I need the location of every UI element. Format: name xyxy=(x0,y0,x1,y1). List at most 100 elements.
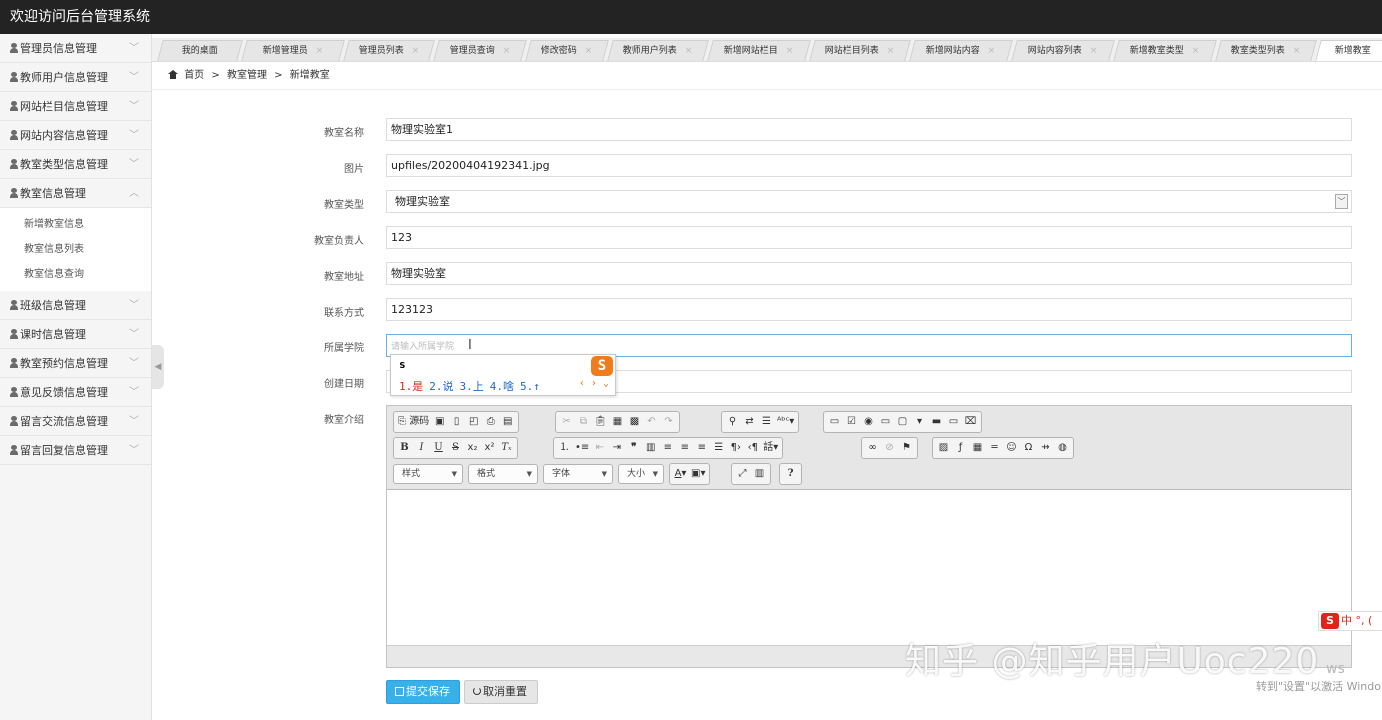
hidden-field-icon[interactable]: ⌧ xyxy=(962,413,979,431)
tab[interactable]: 教师用户列表 × xyxy=(607,40,709,61)
align-left-icon[interactable]: ≡ xyxy=(659,439,676,457)
breadcrumb-home[interactable]: 首页 xyxy=(184,70,204,81)
sidebar-item[interactable]: 课时信息管理 ﹀ xyxy=(0,320,151,349)
classroom-type-select[interactable]: 物理实验室 ﹀ xyxy=(386,190,1352,213)
special-char-icon[interactable]: Ω xyxy=(1020,439,1037,457)
close-icon[interactable]: × xyxy=(585,46,593,56)
sidebar-item[interactable]: 班级信息管理 ﹀ xyxy=(0,291,151,320)
remove-format-icon[interactable]: Tₓ xyxy=(498,439,515,457)
tab[interactable]: 我的桌面 xyxy=(157,40,243,61)
close-icon[interactable]: × xyxy=(887,46,895,56)
ime-candidate[interactable]: 3.上 xyxy=(460,380,484,393)
sidebar-collapse-handle[interactable]: ◀ xyxy=(152,345,164,389)
close-icon[interactable]: × xyxy=(502,46,510,56)
sidebar-item[interactable]: 意见反馈信息管理 ﹀ xyxy=(0,378,151,407)
sidebar-subitem[interactable]: 新增教室信息 xyxy=(0,212,151,237)
select-all-icon[interactable]: ☰ xyxy=(758,413,775,431)
tab[interactable]: 管理员查询 × xyxy=(433,40,527,61)
bg-color-icon[interactable]: ▣▾ xyxy=(689,465,707,483)
sidebar-item[interactable]: 网站内容信息管理 ﹀ xyxy=(0,121,151,150)
strike-icon[interactable]: S xyxy=(447,439,464,457)
image-button-icon[interactable]: ▭ xyxy=(945,413,962,431)
link-icon[interactable]: ∞ xyxy=(864,439,881,457)
page-break-icon[interactable]: ⇸ xyxy=(1037,439,1054,457)
breadcrumb-section[interactable]: 教室管理 xyxy=(227,70,267,81)
ime-candidate[interactable]: 4.啥 xyxy=(490,380,514,393)
classroom-name-input[interactable]: 物理实验室1 xyxy=(386,118,1352,141)
close-icon[interactable]: × xyxy=(988,46,996,56)
help-icon[interactable]: ? xyxy=(782,465,799,483)
sidebar-item[interactable]: 教师用户信息管理 ﹀ xyxy=(0,63,151,92)
button-icon[interactable]: ▬ xyxy=(928,413,945,431)
tab[interactable]: 新增网站内容 × xyxy=(909,40,1013,61)
sidebar-item[interactable]: 留言交流信息管理 ﹀ xyxy=(0,407,151,436)
sidebar-subitem[interactable]: 教室信息列表 xyxy=(0,237,151,262)
close-icon[interactable]: × xyxy=(315,46,323,56)
close-icon[interactable]: × xyxy=(411,46,419,56)
outdent-icon[interactable]: ⇤ xyxy=(591,439,608,457)
align-right-icon[interactable]: ≡ xyxy=(693,439,710,457)
redo-icon[interactable]: ↷ xyxy=(660,413,677,431)
tab[interactable]: 管理员列表 × xyxy=(343,40,435,61)
rtl-icon[interactable]: ‹¶ xyxy=(744,439,761,457)
flash-icon[interactable]: ƒ xyxy=(952,439,969,457)
horizontal-rule-icon[interactable]: ═ xyxy=(986,439,1003,457)
owner-input[interactable]: 123 xyxy=(386,226,1352,249)
copy-icon[interactable]: ⧉ xyxy=(575,413,592,431)
font-combo[interactable]: 字体 ▼ xyxy=(543,464,613,484)
textarea-icon[interactable]: ▢ xyxy=(894,413,911,431)
bold-icon[interactable]: B xyxy=(396,439,413,457)
new-page-icon[interactable]: ▯ xyxy=(448,413,465,431)
tab[interactable]: 教室类型列表 × xyxy=(1215,40,1317,61)
select-icon[interactable]: ▾ xyxy=(911,413,928,431)
align-center-icon[interactable]: ≡ xyxy=(676,439,693,457)
format-combo[interactable]: 格式 ▼ xyxy=(468,464,538,484)
iframe-globe-icon[interactable]: ◍ xyxy=(1054,439,1071,457)
ltr-icon[interactable]: ¶› xyxy=(727,439,744,457)
textfield-icon[interactable]: ▭ xyxy=(877,413,894,431)
paste-text-icon[interactable]: ▦ xyxy=(609,413,626,431)
tab[interactable]: 网站栏目列表 × xyxy=(809,40,911,61)
sidebar-item[interactable]: 教室预约信息管理 ﹀ xyxy=(0,349,151,378)
text-color-icon[interactable]: A▾ xyxy=(672,465,689,483)
smiley-icon[interactable]: ☺ xyxy=(1003,439,1020,457)
tab[interactable]: 网站内容列表 × xyxy=(1011,40,1115,61)
source-button[interactable]: ⎘ 源码 xyxy=(396,413,431,431)
close-icon[interactable]: × xyxy=(1090,46,1098,56)
close-icon[interactable]: × xyxy=(1293,46,1301,56)
find-icon[interactable]: ⚲ xyxy=(724,413,741,431)
sidebar-item[interactable]: 教室类型信息管理 ﹀ xyxy=(0,150,151,179)
paste-word-icon[interactable]: ▩ xyxy=(626,413,643,431)
blockquote-icon[interactable]: ❞ xyxy=(625,439,642,457)
replace-icon[interactable]: ⇄ xyxy=(741,413,758,431)
superscript-icon[interactable]: x² xyxy=(481,439,498,457)
size-combo[interactable]: 大小 ▼ xyxy=(618,464,664,484)
ime-page-nav[interactable]: ‹ › ⌄ xyxy=(579,378,609,389)
close-icon[interactable]: × xyxy=(685,46,693,56)
show-blocks-icon[interactable]: ▥ xyxy=(751,465,768,483)
image-icon[interactable]: ▨ xyxy=(935,439,952,457)
bulleted-list-icon[interactable]: •≡ xyxy=(573,439,591,457)
tab[interactable]: 新增管理员 × xyxy=(241,40,345,61)
sidebar-item[interactable]: 管理员信息管理 ﹀ xyxy=(0,34,151,63)
subscript-icon[interactable]: x₂ xyxy=(464,439,481,457)
justify-icon[interactable]: ☰ xyxy=(710,439,727,457)
ime-candidate[interactable]: 1.是 xyxy=(399,380,423,393)
indent-icon[interactable]: ⇥ xyxy=(608,439,625,457)
tab[interactable]: 新增网站栏目 × xyxy=(707,40,811,61)
sidebar-item[interactable]: 留言回复信息管理 ﹀ xyxy=(0,436,151,465)
preview-icon[interactable]: ◰ xyxy=(465,413,482,431)
print-icon[interactable]: ⎙ xyxy=(482,413,499,431)
spellcheck-icon[interactable]: ᴬᵇᶜ▾ xyxy=(775,413,796,431)
cut-icon[interactable]: ✂ xyxy=(558,413,575,431)
close-icon[interactable]: × xyxy=(1192,46,1200,56)
ime-candidate[interactable]: 2.说 xyxy=(429,380,453,393)
unlink-icon[interactable]: ⊘ xyxy=(881,439,898,457)
undo-icon[interactable]: ↶ xyxy=(643,413,660,431)
tab[interactable]: 新增教室 xyxy=(1315,40,1382,61)
tab[interactable]: 修改密码 × xyxy=(525,40,609,61)
italic-icon[interactable]: I xyxy=(413,439,430,457)
cancel-reset-button[interactable]: 取消重置 xyxy=(464,680,538,704)
anchor-flag-icon[interactable]: ⚑ xyxy=(898,439,915,457)
sidebar-subitem[interactable]: 教室信息查询 xyxy=(0,262,151,287)
